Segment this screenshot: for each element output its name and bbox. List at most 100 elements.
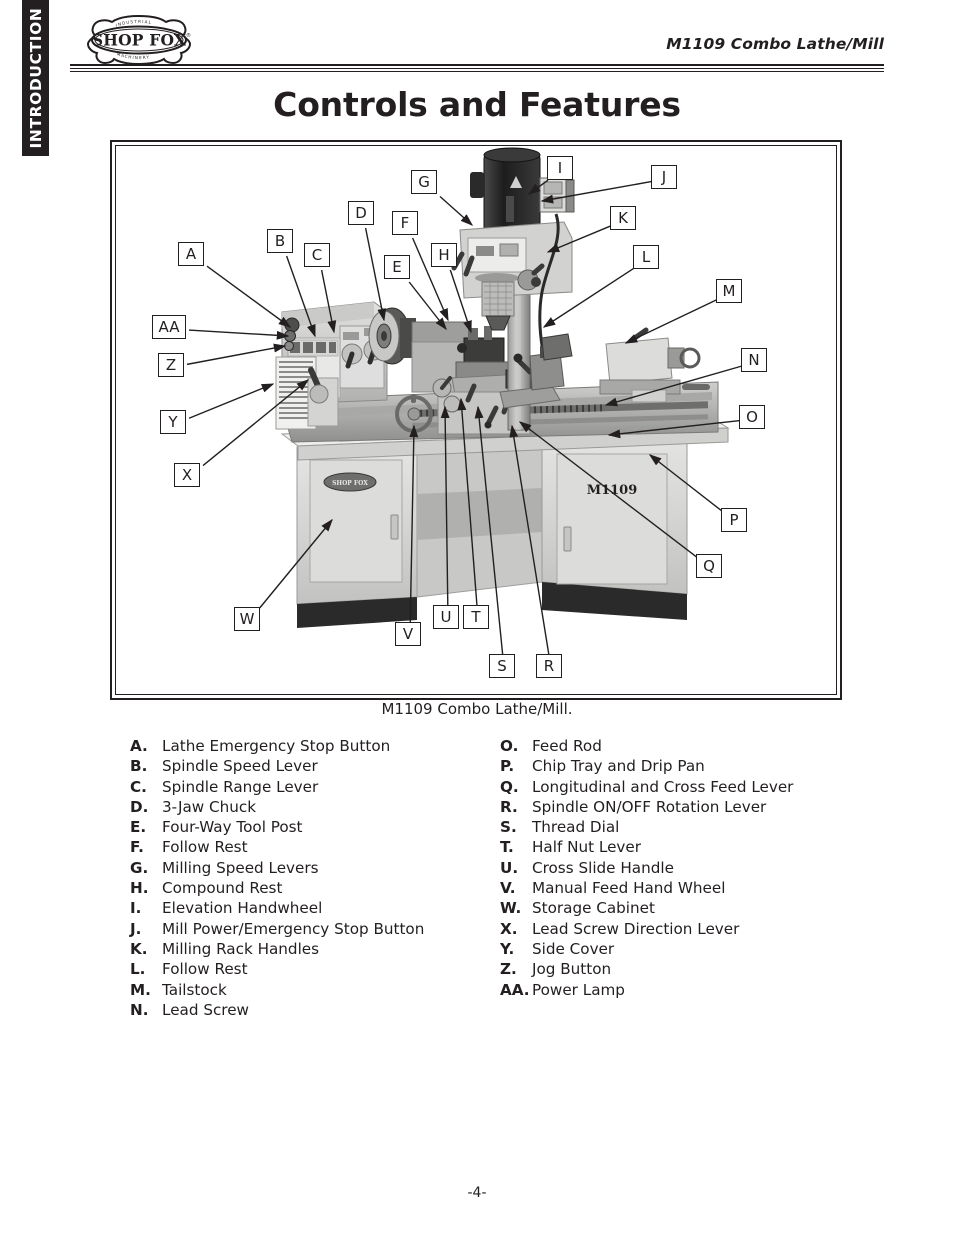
callout-r: R bbox=[536, 654, 562, 678]
legend-text: Mill Power/Emergency Stop Button bbox=[162, 919, 425, 938]
callout-e: E bbox=[384, 255, 410, 279]
header-divider-rule bbox=[70, 64, 884, 72]
legend-row: R. Spindle ON/OFF Rotation Lever bbox=[500, 797, 890, 817]
legend-key: K. bbox=[130, 939, 148, 958]
legend-row: S. Thread Dial bbox=[500, 817, 890, 837]
legend-key: X. bbox=[500, 919, 518, 938]
legend-row: V. Manual Feed Hand Wheel bbox=[500, 878, 890, 898]
shop-fox-logo-icon: INDUSTRIAL MACHINERY SHOP FOX ® bbox=[86, 14, 192, 66]
legend-row: C. Spindle Range Lever bbox=[130, 777, 510, 797]
callout-x: X bbox=[174, 463, 200, 487]
legend-text: Storage Cabinet bbox=[532, 899, 655, 918]
legend-key: Q. bbox=[500, 777, 519, 796]
legend-text: Tailstock bbox=[162, 980, 227, 999]
callout-v: V bbox=[395, 622, 421, 646]
thread-dial bbox=[443, 395, 461, 413]
legend-text: Side Cover bbox=[532, 939, 615, 958]
legend-row: P. Chip Tray and Drip Pan bbox=[500, 756, 890, 776]
callout-aa: AA bbox=[152, 315, 186, 339]
legend-column-right: O. Feed Rod P. Chip Tray and Drip Pan Q. Long… bbox=[500, 736, 890, 1000]
callout-h: H bbox=[431, 243, 457, 267]
svg-text:SHOP FOX: SHOP FOX bbox=[92, 31, 187, 50]
legend-row: U. Cross Slide Handle bbox=[500, 858, 890, 878]
legend-key: Z. bbox=[500, 960, 517, 979]
callout-d: D bbox=[348, 201, 374, 225]
legend-row: E. Four-Way Tool Post bbox=[130, 817, 510, 837]
legend-key: U. bbox=[500, 858, 519, 877]
legend-key: B. bbox=[130, 757, 148, 776]
legend-key: N. bbox=[130, 1000, 149, 1019]
callout-q: Q bbox=[696, 554, 722, 578]
legend-key: E. bbox=[130, 818, 147, 837]
legend-row: G. Milling Speed Levers bbox=[130, 858, 510, 878]
power-lamp bbox=[284, 341, 294, 351]
cabinet-badge-text: SHOP FOX bbox=[332, 480, 368, 487]
legend-text: Thread Dial bbox=[532, 818, 620, 837]
leader-line-z bbox=[186, 343, 287, 366]
legend-text: Elevation Handwheel bbox=[162, 899, 323, 918]
legend-row: I. Elevation Handwheel bbox=[130, 898, 510, 918]
legend-text: Follow Rest bbox=[162, 838, 248, 857]
legend-text: Longitudinal and Cross Feed Lever bbox=[532, 777, 794, 796]
callout-p: P bbox=[721, 508, 747, 532]
callout-b: B bbox=[267, 229, 293, 253]
legend-text: Milling Rack Handles bbox=[162, 939, 320, 958]
legend-row: Y. Side Cover bbox=[500, 939, 890, 959]
legend-key: R. bbox=[500, 797, 518, 816]
legend-row: K. Milling Rack Handles bbox=[130, 939, 510, 959]
legend-row: M. Tailstock bbox=[130, 980, 510, 1000]
callout-m: M bbox=[716, 279, 742, 303]
legend-key: O. bbox=[500, 737, 519, 755]
legend-key: F. bbox=[130, 838, 144, 857]
callout-f: F bbox=[392, 211, 418, 235]
legend-row: T. Half Nut Lever bbox=[500, 837, 890, 857]
legend-text: Spindle Range Lever bbox=[162, 777, 319, 796]
legend-key: C. bbox=[130, 777, 147, 796]
legend-key: M. bbox=[130, 980, 151, 999]
callout-o: O bbox=[739, 405, 765, 429]
legend-key: Y. bbox=[500, 939, 515, 958]
callout-z: Z bbox=[158, 353, 184, 377]
machine-illustration: SHOP FOX M1109 bbox=[275, 147, 730, 628]
callout-w: W bbox=[234, 607, 260, 631]
page-title: Controls and Features bbox=[273, 85, 681, 124]
leader-line-g bbox=[439, 195, 474, 226]
legend-text: Chip Tray and Drip Pan bbox=[532, 757, 705, 776]
legend-text: Follow Rest bbox=[162, 960, 248, 979]
legend-text: 3-Jaw Chuck bbox=[162, 797, 257, 816]
svg-text:®: ® bbox=[186, 32, 191, 39]
legend-text: Manual Feed Hand Wheel bbox=[532, 879, 726, 898]
legend-key: J. bbox=[130, 919, 142, 938]
leader-line-a bbox=[206, 265, 292, 328]
legend-key: V. bbox=[500, 879, 516, 898]
callout-n: N bbox=[741, 348, 767, 372]
leader-line-aa bbox=[188, 329, 290, 340]
legend-row: B. Spindle Speed Lever bbox=[130, 756, 510, 776]
callout-j: J bbox=[651, 165, 677, 189]
legend-row: Q. Longitudinal and Cross Feed Lever bbox=[500, 777, 890, 797]
callout-y: Y bbox=[160, 410, 186, 434]
callout-i: I bbox=[547, 156, 573, 180]
legend-row: D. 3-Jaw Chuck bbox=[130, 797, 510, 817]
legend-key: AA. bbox=[500, 980, 530, 999]
legend-key: L. bbox=[130, 960, 146, 979]
legend-key: P. bbox=[500, 757, 515, 776]
legend-text: Lead Screw bbox=[162, 1000, 249, 1019]
leader-line-y bbox=[188, 383, 275, 419]
figure-caption: M1109 Combo Lathe/Mill. bbox=[381, 700, 573, 718]
legend-row: J. Mill Power/Emergency Stop Button bbox=[130, 919, 510, 939]
legend-text: Milling Speed Levers bbox=[162, 858, 319, 877]
header-model-title: M1109 Combo Lathe/Mill bbox=[666, 35, 884, 53]
callout-s: S bbox=[489, 654, 515, 678]
legend-key: H. bbox=[130, 879, 149, 898]
callout-k: K bbox=[610, 206, 636, 230]
legend-key: T. bbox=[500, 838, 514, 857]
legend-key: A. bbox=[130, 737, 148, 755]
legend-text: Power Lamp bbox=[532, 980, 625, 999]
leader-line-m bbox=[624, 299, 718, 344]
legend-text: Half Nut Lever bbox=[532, 838, 642, 857]
legend-text: Jog Button bbox=[532, 960, 612, 979]
callout-u: U bbox=[433, 605, 459, 629]
legend-text: Feed Rod bbox=[532, 737, 602, 755]
callout-l: L bbox=[633, 245, 659, 269]
